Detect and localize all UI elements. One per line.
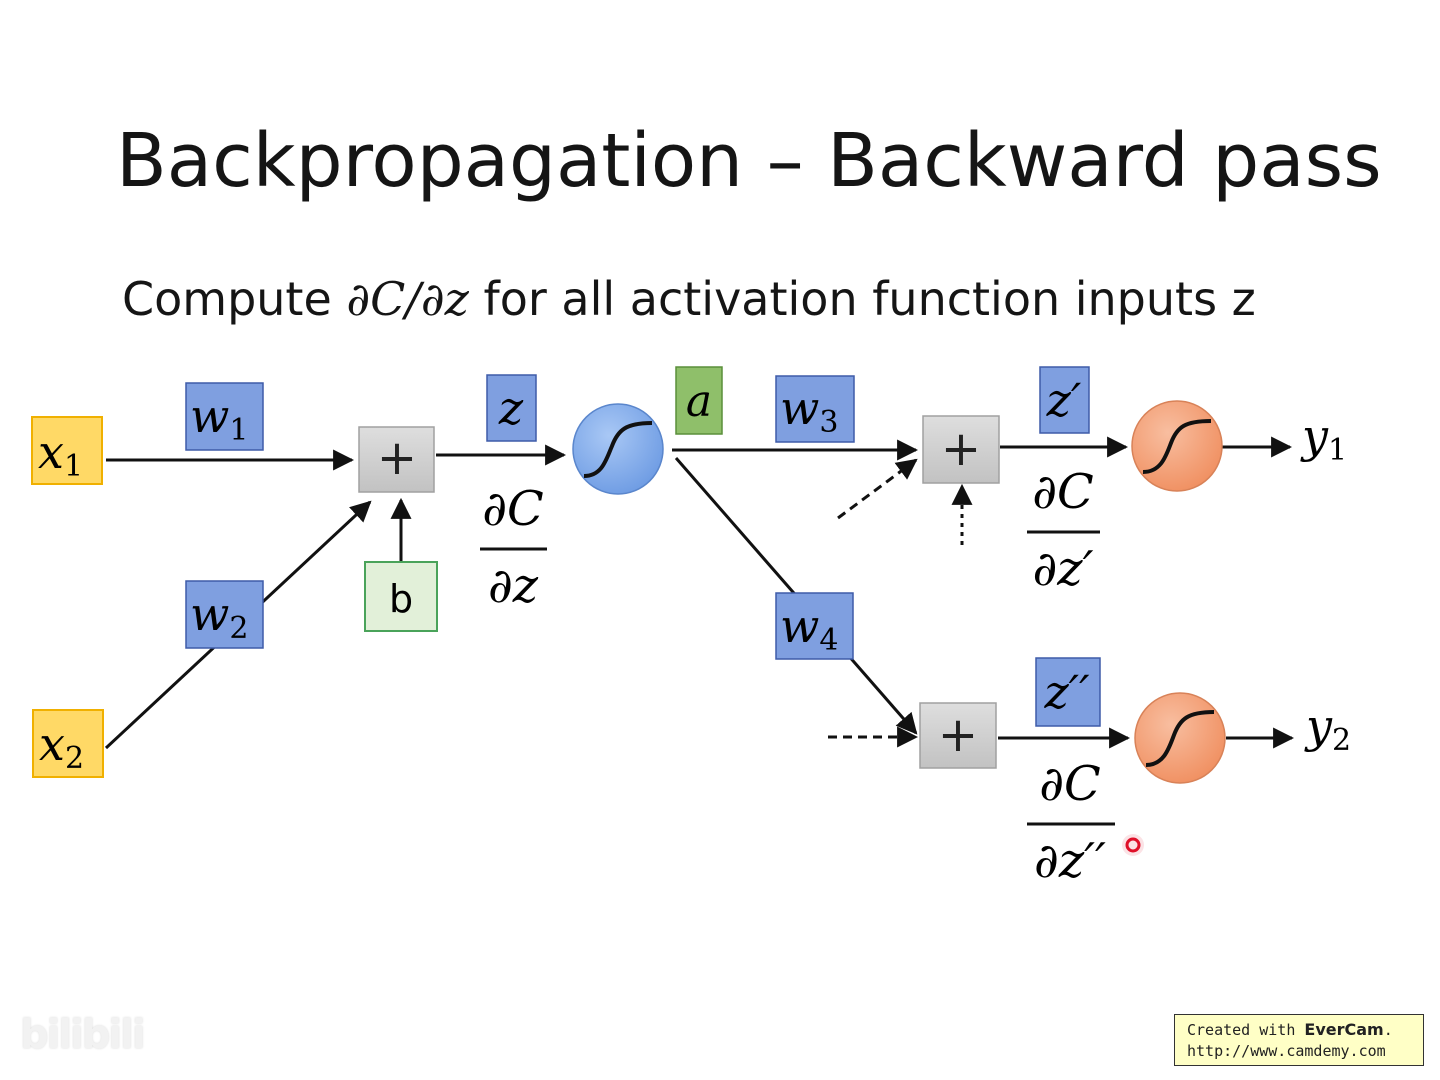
neuron-output-1 xyxy=(1131,400,1223,492)
weight-w4-var: w xyxy=(780,599,819,653)
edge-dashed-upper xyxy=(837,458,918,520)
evercam-url[interactable]: http://www.camdemy.com xyxy=(1187,1041,1413,1062)
evercam-brand: EverCam xyxy=(1304,1020,1384,1039)
derivative-dz-prime-den: ∂z′ xyxy=(1032,541,1093,597)
derivative-dz: ∂C ∂z xyxy=(480,481,547,614)
z-prime-label: z′ xyxy=(1046,373,1082,427)
plus-icon: + xyxy=(377,430,417,486)
weight-w4: w4 xyxy=(775,592,854,660)
weight-w1-var: w xyxy=(190,389,229,443)
derivative-dz-double-prime-num: ∂C xyxy=(1039,756,1101,812)
evercam-prefix: Created with xyxy=(1187,1021,1305,1039)
weight-w1: w1 xyxy=(185,382,264,451)
neuron-hidden xyxy=(572,403,664,495)
z-label-box: z xyxy=(486,374,537,442)
evercam-badge[interactable]: Created with EverCam. http://www.camdemy… xyxy=(1174,1014,1424,1066)
weight-w1-sub: 1 xyxy=(229,413,248,448)
z-double-prime-label-box: z′′ xyxy=(1035,657,1101,727)
input-x1-var: x xyxy=(38,425,64,479)
derivative-dz-prime: ∂C ∂z′ xyxy=(1027,464,1100,597)
activation-a-label: a xyxy=(686,376,712,427)
output-y1-sub: 1 xyxy=(1328,433,1347,468)
network-diagram: x1 x2 w1 w2 w3 w4 b + + + z z′ z′′ a ∂C … xyxy=(31,366,1351,889)
derivative-dz-double-prime-den: ∂z′′ xyxy=(1034,833,1106,889)
weight-w3: w3 xyxy=(775,375,855,443)
input-x1: x1 xyxy=(31,416,103,485)
z-double-prime-label: z′′ xyxy=(1043,665,1090,719)
input-x2-sub: 2 xyxy=(65,741,84,776)
output-y2-var: y xyxy=(1304,699,1333,753)
z-prime-label-box: z′ xyxy=(1039,366,1090,434)
connections xyxy=(104,436,1295,750)
sum-node-3: + xyxy=(919,702,997,769)
input-x2-var: x xyxy=(39,717,65,771)
weight-w2-sub: 2 xyxy=(229,611,248,646)
weight-w2: w2 xyxy=(185,580,264,649)
output-y1-var: y xyxy=(1300,409,1329,463)
sum-node-1: + xyxy=(358,426,435,493)
weight-w3-sub: 3 xyxy=(819,405,838,440)
cursor-marker xyxy=(1122,834,1144,856)
z-label: z xyxy=(498,381,524,435)
weight-w3-var: w xyxy=(780,381,819,435)
derivative-dz-num: ∂C xyxy=(482,481,544,537)
derivative-dz-double-prime: ∂C ∂z′′ xyxy=(1027,756,1115,889)
input-x1-sub: 1 xyxy=(64,449,83,484)
output-y2: y2 xyxy=(1304,699,1351,758)
evercam-line-1: Created with EverCam. xyxy=(1187,1019,1413,1041)
derivative-dz-prime-num: ∂C xyxy=(1032,464,1094,520)
sum-node-2: + xyxy=(922,415,1000,484)
plus-icon: + xyxy=(941,421,981,477)
evercam-suffix: . xyxy=(1383,1021,1393,1039)
weight-w2-var: w xyxy=(190,587,229,641)
activation-a-box: a xyxy=(675,366,723,435)
bias-node: b xyxy=(364,561,438,632)
bias-label: b xyxy=(389,577,413,621)
input-x2: x2 xyxy=(32,709,104,778)
derivative-dz-den: ∂z xyxy=(488,558,539,614)
output-y2-sub: 2 xyxy=(1332,723,1351,758)
plus-icon: + xyxy=(938,707,978,763)
weight-w4-sub: 4 xyxy=(819,623,838,658)
output-y1: y1 xyxy=(1300,409,1347,468)
bilibili-watermark: bilibili xyxy=(20,1012,146,1058)
neuron-output-2 xyxy=(1134,692,1226,784)
